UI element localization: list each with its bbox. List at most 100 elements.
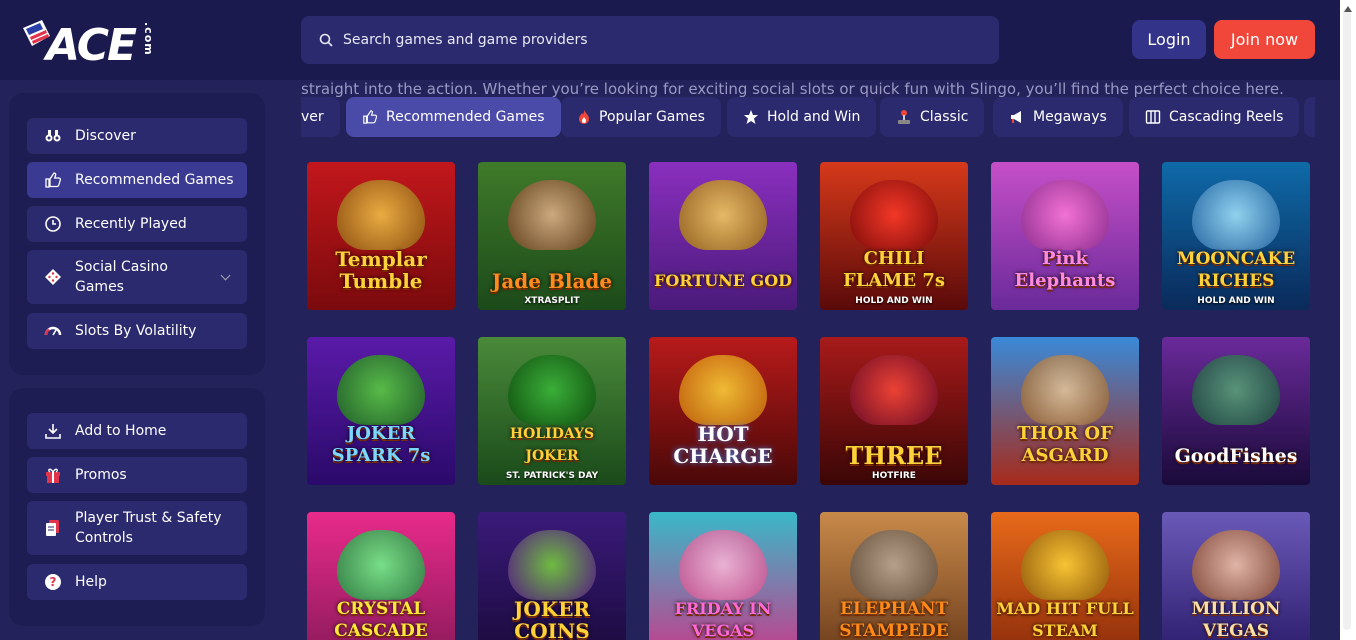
game-art xyxy=(508,355,596,425)
site-logo[interactable]: ACE .com xyxy=(20,16,160,71)
game-tile[interactable]: FRIDAY IN VEGAS xyxy=(649,512,797,640)
game-art xyxy=(337,530,425,600)
sidebar-item-player-trust-safety[interactable]: Player Trust & Safety Controls xyxy=(27,501,247,555)
logo-suffix: .com xyxy=(142,22,155,56)
game-tile[interactable]: FORTUNE GOD xyxy=(649,162,797,310)
sidebar-item-recently-played[interactable]: Recently Played xyxy=(27,206,247,242)
sidebar-item-label: Add to Home xyxy=(75,423,167,439)
sidebar-main-nav: Discover Recommended Games Recently Play… xyxy=(9,93,265,375)
tab-cascading-reels[interactable]: Cascading Reels xyxy=(1129,97,1300,137)
game-art xyxy=(337,180,425,250)
game-art xyxy=(1021,355,1109,425)
gauge-icon xyxy=(43,321,63,341)
game-tile[interactable]: ELEPHANT STAMPEDE xyxy=(820,512,968,640)
tab-label: Hold and Win xyxy=(767,109,861,125)
game-title: Pink Elephants xyxy=(1014,248,1116,291)
game-art xyxy=(850,355,938,425)
joystick-icon xyxy=(896,109,912,125)
game-title: THREE xyxy=(845,441,943,470)
game-tile[interactable]: Jade Blade XTRASPLIT xyxy=(478,162,626,310)
game-tile[interactable]: THREE HOTFIRE xyxy=(820,337,968,485)
sidebar-item-promos[interactable]: Promos xyxy=(27,457,247,493)
tab-recommended-games[interactable]: Recommended Games xyxy=(346,97,561,137)
game-title: Jade Blade xyxy=(491,269,613,293)
sidebar-item-help[interactable]: ? Help xyxy=(27,564,247,600)
tab-hold-and-win[interactable]: Hold and Win xyxy=(727,97,877,137)
sidebar-item-social-casino-games[interactable]: Social Casino Games xyxy=(27,250,247,304)
game-art xyxy=(679,180,767,250)
game-tile[interactable]: CHILI FLAME 7s HOLD AND WIN xyxy=(820,162,968,310)
game-title: ELEPHANT STAMPEDE xyxy=(839,599,949,640)
scrollbar-thumb[interactable] xyxy=(1343,8,1351,630)
scroll-up-arrow-icon[interactable] xyxy=(1344,6,1352,12)
game-subtitle: HOLD AND WIN xyxy=(855,296,933,306)
login-button[interactable]: Login xyxy=(1132,20,1206,59)
game-tile[interactable]: JOKER COINS xyxy=(478,512,626,640)
thumbs-up-icon xyxy=(43,170,63,190)
tab-label: Classic xyxy=(920,109,969,125)
game-tile[interactable]: GoodFishes xyxy=(1162,337,1310,485)
search-icon xyxy=(319,33,333,47)
sidebar-secondary-nav: Add to Home Promos Player Trust & Safety… xyxy=(9,388,265,626)
game-title: MOONCAKE RICHES xyxy=(1176,249,1296,291)
join-now-button[interactable]: Join now xyxy=(1214,20,1315,59)
game-title: MILLION VEGAS xyxy=(1191,599,1281,640)
game-grid: Templar Tumble Jade Blade XTRASPLIT FORT… xyxy=(301,150,1315,640)
sidebar-item-label: Social Casino Games xyxy=(75,259,168,295)
intro-description: straight into the action. Whether you’re… xyxy=(301,80,1284,98)
game-title: FORTUNE GOD xyxy=(653,271,793,290)
megaphone-icon xyxy=(1009,109,1025,125)
tab-next-partial[interactable] xyxy=(1304,97,1315,137)
binoculars-icon xyxy=(43,126,63,146)
gift-icon xyxy=(43,465,63,485)
sidebar-item-label: Promos xyxy=(75,467,127,483)
game-tile[interactable]: MAD HIT FULL STEAM xyxy=(991,512,1139,640)
tab-megaways[interactable]: Megaways xyxy=(993,97,1123,137)
game-tile[interactable]: MILLION VEGAS xyxy=(1162,512,1310,640)
tab-label: Megaways xyxy=(1033,109,1107,125)
game-tile[interactable]: MOONCAKE RICHES HOLD AND WIN xyxy=(1162,162,1310,310)
game-tile[interactable]: CRYSTAL CASCADE xyxy=(307,512,455,640)
thumbs-up-icon xyxy=(362,109,378,125)
sidebar-item-label: Discover xyxy=(75,128,136,144)
game-title: Templar Tumble xyxy=(335,247,427,293)
clock-icon xyxy=(43,214,63,234)
sidebar-item-add-to-home[interactable]: Add to Home xyxy=(27,413,247,449)
game-tile[interactable]: HOLIDAYS JOKER ST. PATRICK'S DAY xyxy=(478,337,626,485)
game-tile[interactable]: JOKER SPARK 7s xyxy=(307,337,455,485)
tab-popular-games[interactable]: Popular Games xyxy=(561,97,721,137)
game-art xyxy=(850,530,938,600)
sidebar-item-recommended-games[interactable]: Recommended Games xyxy=(27,162,247,198)
game-art xyxy=(1021,530,1109,600)
sidebar-item-label: Slots By Volatility xyxy=(75,323,197,339)
game-title: CRYSTAL CASCADE xyxy=(334,599,428,640)
tab-label: Recommended Games xyxy=(386,109,545,125)
sidebar-item-discover[interactable]: Discover xyxy=(27,118,247,154)
chevron-down-icon[interactable] xyxy=(220,270,231,281)
sidebar-item-slots-by-volatility[interactable]: Slots By Volatility xyxy=(27,313,247,349)
game-art xyxy=(850,180,938,250)
flame-icon xyxy=(577,109,591,125)
game-title: MAD HIT FULL STEAM xyxy=(996,599,1134,640)
game-art xyxy=(1021,180,1109,250)
game-art xyxy=(508,180,596,250)
game-tile[interactable]: THOR OF ASGARD xyxy=(991,337,1139,485)
game-subtitle: HOLD AND WIN xyxy=(1197,296,1275,306)
tab-label: Cascading Reels xyxy=(1169,109,1284,125)
game-art xyxy=(1192,530,1280,600)
dice-icon xyxy=(43,267,63,287)
game-title: FRIDAY IN VEGAS xyxy=(674,599,772,640)
game-title: CHILI FLAME 7s xyxy=(843,248,945,291)
search-bar[interactable] xyxy=(301,16,999,64)
top-header: ACE .com Login Join now xyxy=(0,0,1340,80)
game-art xyxy=(1192,180,1280,250)
star-icon xyxy=(743,109,759,125)
game-tile[interactable]: Pink Elephants xyxy=(991,162,1139,310)
logo-text: ACE xyxy=(46,20,137,71)
tab-classic[interactable]: Classic xyxy=(880,97,985,137)
search-input[interactable] xyxy=(343,32,943,48)
game-tile[interactable]: Templar Tumble xyxy=(307,162,455,310)
game-tile[interactable]: HOT CHARGE xyxy=(649,337,797,485)
tab-discover-partial[interactable]: ver xyxy=(301,97,340,137)
sidebar-item-label: Recommended Games xyxy=(75,172,234,188)
